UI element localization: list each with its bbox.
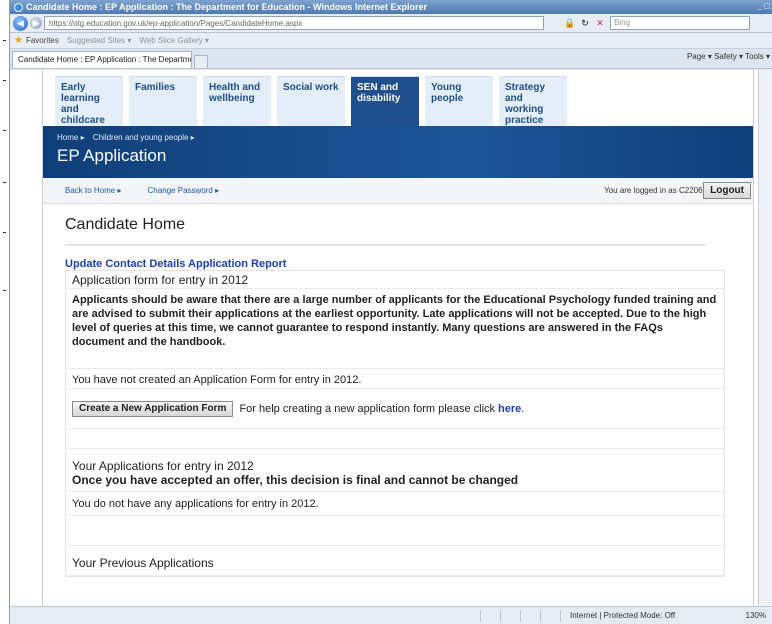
lock-icon[interactable]: 🔒 xyxy=(564,17,576,29)
nav-social-work[interactable]: Social work xyxy=(277,76,345,126)
fav-link-suggested[interactable]: Suggested Sites ▾ xyxy=(67,36,132,45)
breadcrumb-home[interactable]: Home ▸ xyxy=(57,133,85,142)
report-link[interactable]: Update Contact Details Application Repor… xyxy=(65,258,731,270)
breadcrumb: Home ▸ Children and young people ▸ xyxy=(57,133,739,142)
create-application-button[interactable]: Create a New Application Form xyxy=(72,400,234,417)
previous-section: Your Previous Applications xyxy=(66,546,724,576)
search-input[interactable]: Bing xyxy=(610,16,750,30)
help-text: For help creating a new application form… xyxy=(239,402,496,415)
web-page: Early learning and childcare Families He… xyxy=(42,70,754,606)
stop-icon[interactable]: ✕ xyxy=(594,17,606,29)
no-applications-text: You do not have any applications for ent… xyxy=(66,492,724,516)
security-zone[interactable]: Internet | Protected Mode: Off xyxy=(570,611,675,620)
command-bar[interactable]: Page ▾ Safety ▾ Tools ▾ xyxy=(687,52,770,61)
refresh-icon[interactable]: ↻ xyxy=(579,17,591,29)
nav-families[interactable]: Families xyxy=(129,76,197,126)
nav-young-people[interactable]: Young people xyxy=(425,76,493,126)
address-bar[interactable]: https://otg.education.gov.uk/ep-applicat… xyxy=(44,16,544,30)
logout-button[interactable]: Logout xyxy=(703,182,751,199)
favorites-bar: ★ Favorites Suggested Sites ▾ Web Slice … xyxy=(10,33,772,49)
back-icon[interactable]: ◀ xyxy=(13,15,28,31)
vertical-scrollbar[interactable] xyxy=(758,70,772,606)
favorites-label: Favorites xyxy=(25,36,59,45)
star-icon: ★ xyxy=(14,35,23,46)
no-form-text: You have not created an Application Form… xyxy=(66,369,724,389)
favorites-button[interactable]: ★ Favorites xyxy=(14,35,59,46)
breadcrumb-children[interactable]: Children and young people ▸ xyxy=(93,133,195,142)
notice-text: Applicants should be aware that there ar… xyxy=(66,289,724,369)
ie-icon xyxy=(14,2,23,12)
application-panel: Application form for entry in 2012 Appli… xyxy=(65,270,725,577)
fav-link-webslice[interactable]: Web Slice Gallery ▾ xyxy=(139,36,209,45)
zoom-level[interactable]: 130% xyxy=(746,611,766,620)
minimize-icon[interactable]: _ □ xyxy=(757,1,770,11)
nav-early-learning[interactable]: Early learning and childcare xyxy=(55,76,123,126)
header-band: Home ▸ Children and young people ▸ EP Ap… xyxy=(43,126,753,178)
title-bar: Candidate Home : EP Application : The De… xyxy=(10,0,772,14)
nav-sen-disability[interactable]: SEN and disability xyxy=(351,76,419,126)
page-viewport: Early learning and childcare Families He… xyxy=(10,70,772,606)
previous-title: Your Previous Applications xyxy=(72,556,214,570)
change-password-link[interactable]: Change Password ▸ xyxy=(147,186,219,195)
create-row: Create a New Application Form For help c… xyxy=(66,389,724,429)
back-to-home-link[interactable]: Back to Home ▸ xyxy=(65,186,121,195)
tab-row: Candidate Home : EP Application : The De… xyxy=(10,49,772,69)
topic-nav: Early learning and childcare Families He… xyxy=(43,70,753,126)
forward-icon[interactable]: ▶ xyxy=(30,17,42,29)
form-header: Application form for entry in 2012 xyxy=(66,271,724,289)
new-tab-button[interactable] xyxy=(194,55,208,68)
page-title: Candidate Home xyxy=(65,216,705,246)
help-link[interactable]: here xyxy=(498,403,521,415)
sub-navigation: Back to Home ▸ Change Password ▸ You are… xyxy=(43,178,753,204)
status-bar: Internet | Protected Mode: Off 130% xyxy=(10,606,772,624)
nav-strategy[interactable]: Strategy and working practice xyxy=(499,76,567,126)
nav-health[interactable]: Health and wellbeing xyxy=(203,76,271,126)
applications-section: Your Applications for entry in 2012 Once… xyxy=(66,449,724,492)
browser-window: Candidate Home : EP Application : The De… xyxy=(10,0,772,624)
applications-title: Your Applications for entry in 2012 xyxy=(72,459,254,473)
address-row: ◀ ▶ https://otg.education.gov.uk/ep-appl… xyxy=(10,14,772,33)
window-title: Candidate Home : EP Application : The De… xyxy=(26,2,427,12)
spacer xyxy=(66,429,724,449)
main-content: Candidate Home Update Contact Details Ap… xyxy=(43,216,753,577)
desktop-edge xyxy=(0,0,10,624)
period: . xyxy=(521,402,525,415)
logged-in-status: You are logged in as C22066 xyxy=(604,186,707,195)
tab-candidate-home[interactable]: Candidate Home : EP Application : The De… xyxy=(12,51,192,68)
applications-warning: Once you have accepted an offer, this de… xyxy=(72,473,519,487)
app-title: EP Application xyxy=(57,146,167,165)
spacer xyxy=(66,516,724,546)
